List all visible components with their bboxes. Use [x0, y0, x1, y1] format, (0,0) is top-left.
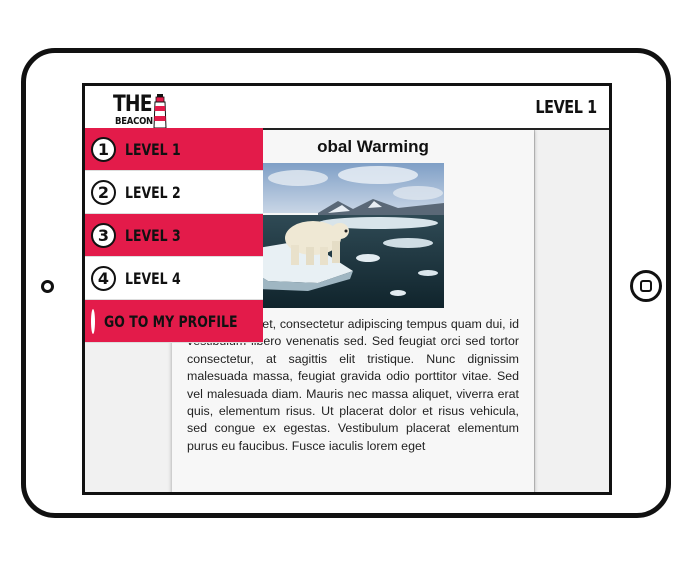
lighthouse-icon [153, 94, 167, 129]
user-icon [91, 308, 95, 334]
beacon-logo[interactable]: THE BEACON [113, 92, 173, 130]
app-screen: obal Warming n dolor sit amet, consectet… [82, 83, 612, 495]
home-square-icon [640, 280, 652, 292]
level-number-badge: 2 [91, 179, 116, 205]
level-menu: 1 LEVEL 1 2 LEVEL 2 3 LEVEL 3 4 LEVEL 4 … [85, 128, 263, 343]
level-number-badge: 3 [91, 222, 116, 248]
menu-item-label: GO TO MY PROFILE [104, 311, 238, 331]
menu-item-label: LEVEL 3 [125, 225, 181, 245]
polar-bear-photo [258, 163, 444, 308]
menu-item-label: LEVEL 4 [125, 268, 181, 288]
menu-item-level-3[interactable]: 3 LEVEL 3 [85, 214, 263, 257]
camera-icon [41, 280, 54, 293]
menu-item-level-1[interactable]: 1 LEVEL 1 [85, 128, 263, 171]
home-button[interactable] [630, 270, 662, 302]
level-number-badge: 1 [91, 136, 116, 162]
level-number-badge: 4 [91, 265, 116, 291]
menu-item-profile[interactable]: GO TO MY PROFILE [85, 300, 263, 343]
top-bar: THE BEACON LEVEL 1 [85, 86, 609, 130]
menu-item-label: LEVEL 2 [125, 182, 181, 202]
menu-item-label: LEVEL 1 [125, 139, 181, 159]
menu-item-level-4[interactable]: 4 LEVEL 4 [85, 257, 263, 300]
right-panel [534, 130, 609, 492]
menu-item-level-2[interactable]: 2 LEVEL 2 [85, 171, 263, 214]
current-level-label: LEVEL 1 [535, 97, 598, 118]
